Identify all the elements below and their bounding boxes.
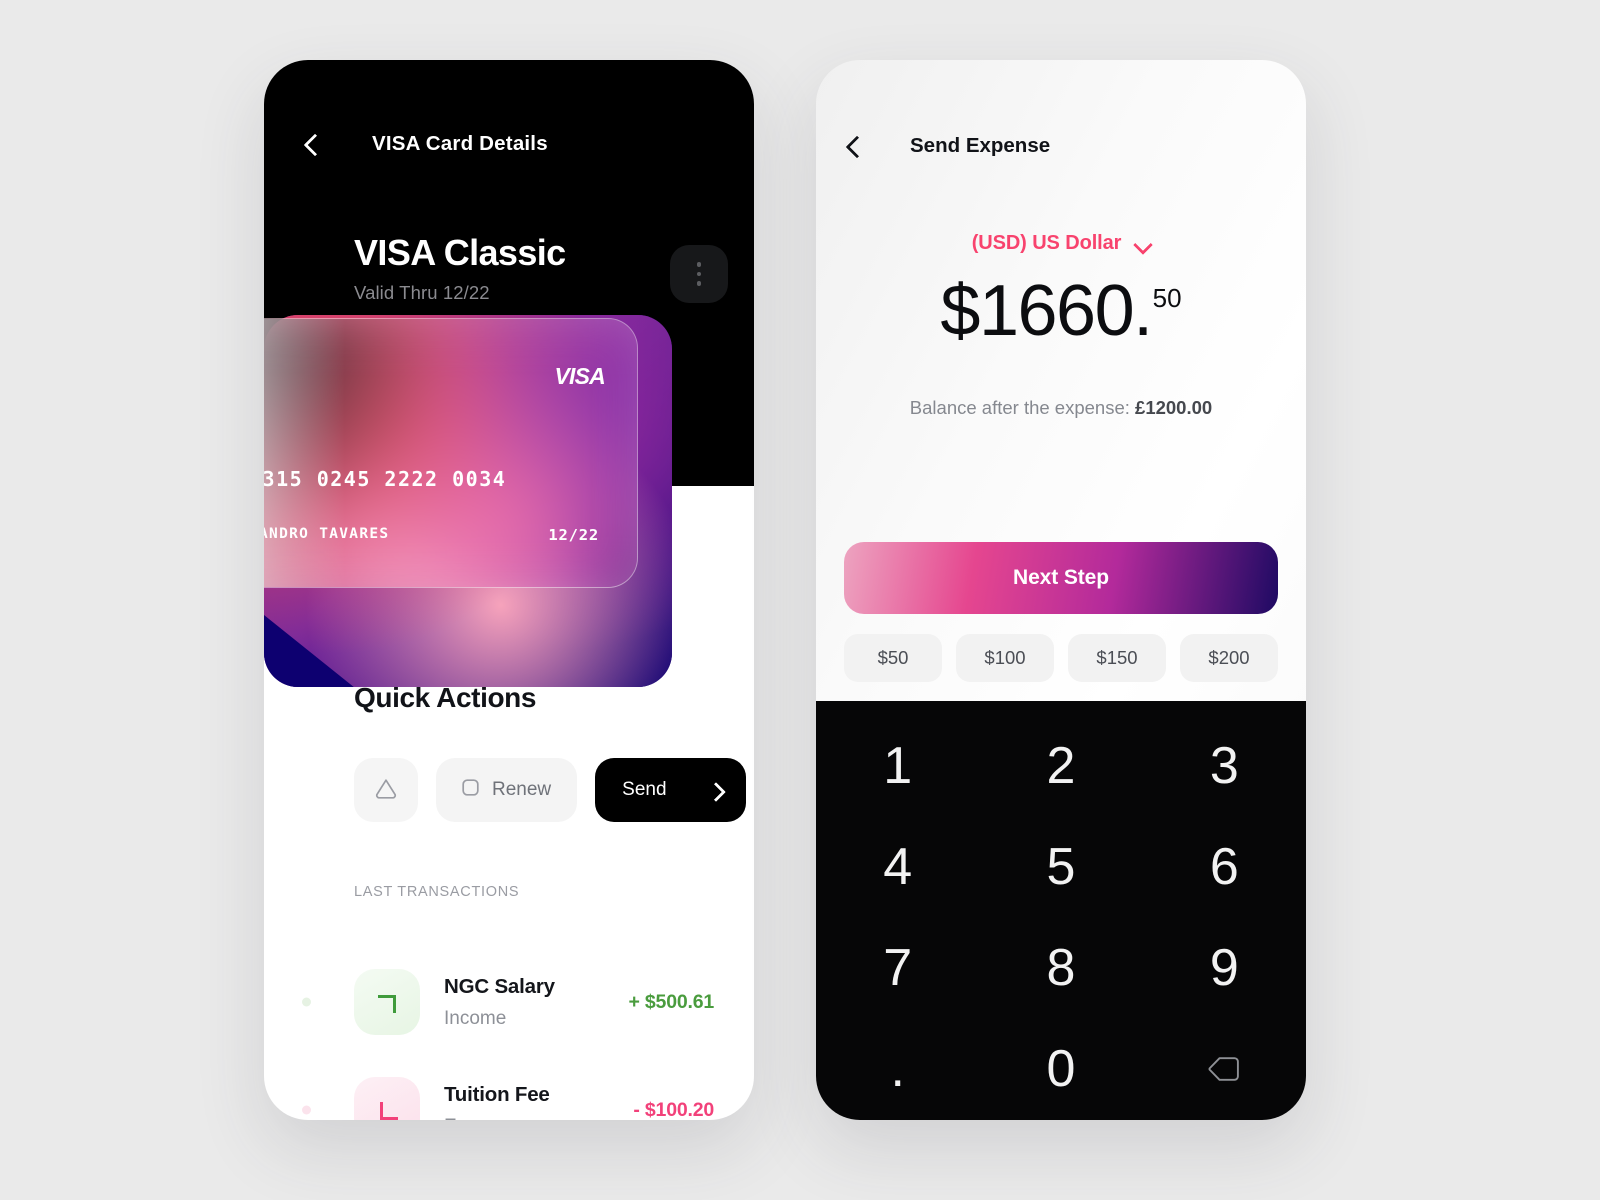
- quick-amount-chip-150[interactable]: $150: [1068, 634, 1166, 682]
- keypad-key-decimal[interactable]: .: [816, 1019, 979, 1120]
- send-expense-screen: Send Expense (USD) US Dollar $1660. 50 B…: [816, 60, 1306, 1120]
- quick-actions-title: Quick Actions: [354, 682, 537, 713]
- back-button[interactable]: [844, 136, 864, 156]
- balance-note-value: £1200.00: [1135, 397, 1213, 418]
- square-icon: [462, 779, 479, 801]
- transactions-list: NGC Salary Income + $500.61 Tuition Fee …: [264, 948, 754, 1120]
- keypad-key-label: .: [890, 1040, 905, 1099]
- keypad-key-4[interactable]: 4: [816, 816, 979, 917]
- quick-action-freeze-button[interactable]: [354, 758, 418, 822]
- transaction-amount: - $100.20: [633, 1098, 714, 1121]
- page-title: VISA Card Details: [372, 132, 548, 155]
- keypad-key-6[interactable]: 6: [1143, 816, 1306, 917]
- currency-selector[interactable]: (USD) US Dollar: [816, 232, 1306, 255]
- transaction-amount: + $500.61: [628, 990, 715, 1013]
- keypad-key-label: 2: [1046, 736, 1076, 795]
- card-holder-name: SANDRO TAVARES: [264, 526, 390, 542]
- kebab-menu-icon[interactable]: [670, 245, 728, 303]
- keypad-key-label: 8: [1046, 939, 1076, 998]
- triangle-icon: [374, 777, 398, 804]
- keypad-key-2[interactable]: 2: [979, 715, 1142, 816]
- transaction-status-dot: [302, 997, 311, 1007]
- card-valid-thru: Valid Thru 12/22: [354, 282, 490, 303]
- transaction-icon-income: [354, 969, 420, 1035]
- back-button[interactable]: [302, 134, 322, 154]
- keypad-key-3[interactable]: 3: [1143, 715, 1306, 816]
- transaction-title: NGC Salary: [444, 974, 555, 998]
- chevron-down-icon: [1134, 238, 1150, 250]
- table-row[interactable]: Tuition Fee Expense - $100.20: [264, 1056, 754, 1120]
- keypad-key-8[interactable]: 8: [979, 918, 1142, 1019]
- keypad-key-label: 0: [1046, 1040, 1076, 1099]
- transaction-meta: Tuition Fee Expense: [444, 1083, 633, 1121]
- transaction-status-dot: [302, 1105, 311, 1115]
- balance-after-expense: Balance after the expense: £1200.00: [816, 397, 1306, 419]
- arrow-down-left-icon: [376, 1099, 398, 1120]
- last-transactions-label: LAST TRANSACTIONS: [354, 884, 520, 900]
- amount-cents: 50: [1152, 283, 1182, 313]
- keypad-key-0[interactable]: 0: [979, 1019, 1142, 1120]
- quick-amount-chips: $50 $100 $150 $200: [844, 634, 1278, 682]
- transaction-icon-expense: [354, 1077, 420, 1120]
- card-expiry: 12/22: [548, 526, 599, 544]
- keypad-key-5[interactable]: 5: [979, 816, 1142, 917]
- quick-amount-chip-200[interactable]: $200: [1180, 634, 1278, 682]
- send-expense-navbar: Send Expense: [844, 134, 1050, 158]
- card-number: 4315 0245 2222 0034: [264, 467, 507, 491]
- currency-selector-label: (USD) US Dollar: [971, 232, 1122, 254]
- quick-action-renew-button[interactable]: Renew: [436, 758, 578, 822]
- kebab-dot: [696, 262, 702, 267]
- next-step-button[interactable]: Next Step: [844, 542, 1278, 614]
- transaction-title: Tuition Fee: [444, 1082, 550, 1106]
- quick-actions-row: Renew Send: [354, 758, 747, 822]
- transaction-meta: NGC Salary Income: [444, 975, 629, 1030]
- amount-main: $1660.: [940, 271, 1153, 351]
- keypad-key-backspace[interactable]: [1143, 1019, 1306, 1120]
- page-title: Send Expense: [910, 134, 1051, 157]
- keypad-key-label: 3: [1209, 736, 1239, 795]
- keypad-key-label: 1: [883, 736, 913, 795]
- kebab-dot: [696, 271, 702, 277]
- card-product-name: VISA Classic: [354, 232, 566, 273]
- keypad-key-7[interactable]: 7: [816, 918, 979, 1019]
- keypad-key-label: 9: [1209, 939, 1239, 998]
- numeric-keypad: 1 2 3 4 5 6 7 8 9 . 0: [816, 701, 1306, 1120]
- transaction-subtitle: Income: [444, 1007, 507, 1029]
- keypad-key-label: 7: [883, 939, 913, 998]
- card-details-navbar: VISA Card Details: [302, 132, 548, 156]
- arrow-up-right-icon: [376, 991, 398, 1013]
- amount-display: $1660. 50: [816, 275, 1306, 347]
- next-step-label: Next Step: [1013, 566, 1109, 589]
- table-row[interactable]: NGC Salary Income + $500.61: [264, 948, 754, 1056]
- quick-action-renew-label: Renew: [492, 779, 552, 800]
- keypad-key-1[interactable]: 1: [816, 715, 979, 816]
- quick-amount-chip-100[interactable]: $100: [956, 634, 1054, 682]
- keypad-key-label: 5: [1046, 837, 1076, 896]
- quick-action-send-button[interactable]: Send: [595, 758, 747, 822]
- kebab-dot: [696, 281, 702, 286]
- visa-logo: VISA: [554, 363, 606, 389]
- transaction-subtitle: Expense: [444, 1116, 633, 1121]
- balance-note-prefix: Balance after the expense:: [909, 397, 1136, 418]
- card-details-screen: VISA Card Details VISA Classic Valid Thr…: [264, 60, 754, 1120]
- chevron-right-icon: [709, 784, 722, 797]
- keypad-key-label: 4: [883, 837, 913, 896]
- keypad-key-9[interactable]: 9: [1143, 918, 1306, 1019]
- quick-action-send-label: Send: [622, 779, 667, 800]
- quick-amount-chip-50[interactable]: $50: [844, 634, 942, 682]
- credit-card[interactable]: VISA 4315 0245 2222 0034 SANDRO TAVARES …: [264, 318, 638, 588]
- backspace-icon: [1207, 1056, 1241, 1082]
- card-glass-fade: [264, 319, 345, 587]
- keypad-key-label: 6: [1209, 837, 1239, 896]
